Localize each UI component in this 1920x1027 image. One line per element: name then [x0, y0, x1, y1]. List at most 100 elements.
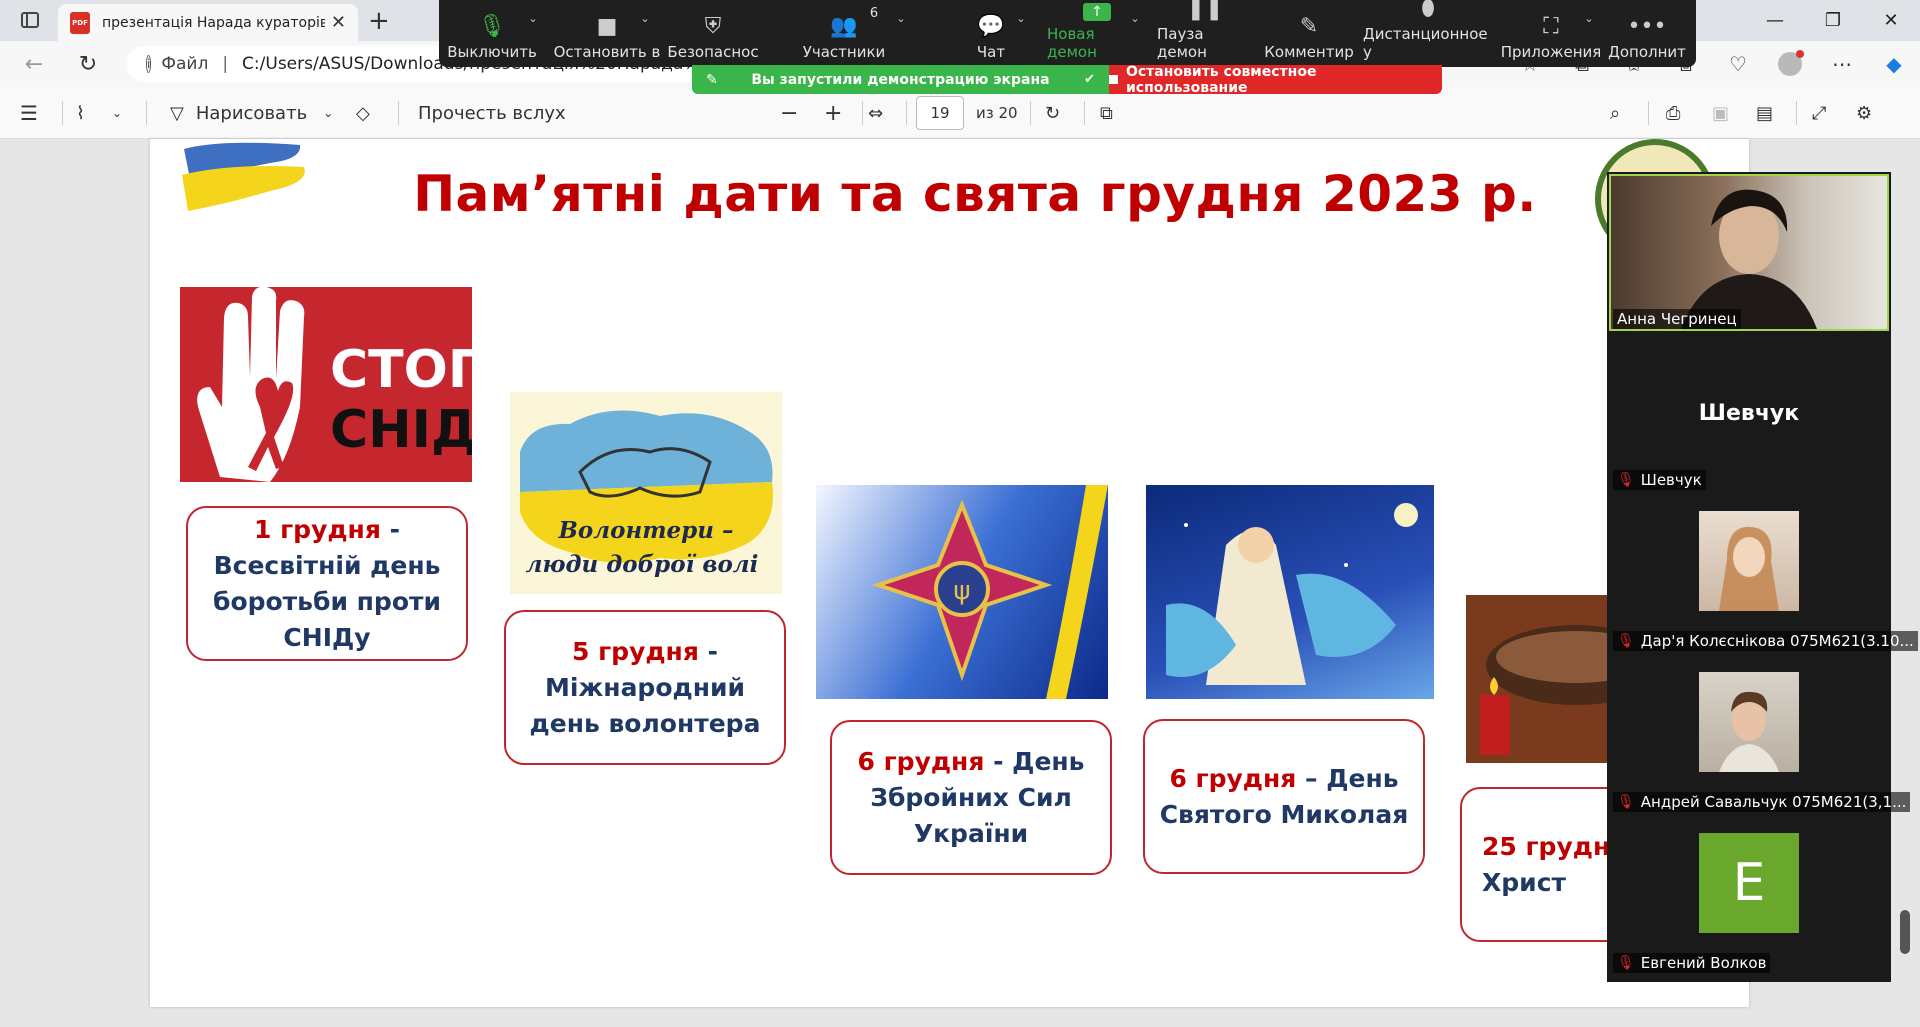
zoom-out-button[interactable]: − [780, 87, 798, 139]
card-date: 1 грудня [254, 514, 381, 544]
health-icon[interactable]: ♡ [1712, 52, 1764, 76]
participant-tile[interactable]: 🎙 Андрей Савальчук 075М621(3,1... [1607, 655, 1911, 816]
chevron-down-icon[interactable]: ⌄ [112, 87, 122, 139]
video-camera-icon: ■ [596, 14, 618, 39]
mute-options-chevron[interactable]: ⌄ [523, 0, 543, 67]
fit-width-icon[interactable]: ⇔ [868, 87, 883, 139]
participants-video-panel: Анна Чегринец Шевчук 🎙 Шевчук 🎙 Дар'я Колє… [1607, 172, 1918, 982]
close-tab-icon[interactable]: ✕ [331, 12, 346, 33]
microphone-icon: 🎙 [478, 14, 506, 39]
new-tab-button[interactable]: + [368, 6, 390, 36]
slide-title: Пам’ятні дати та свята грудня 2023 р. [413, 165, 1537, 223]
slide-page: Пам’ятні дати та свята грудня 2023 р. СТ… [150, 139, 1749, 1007]
pdf-file-icon: PDF [70, 11, 90, 34]
window-controls: — ❐ ✕ [1746, 0, 1920, 41]
share-screen-icon: ↑ [1083, 3, 1111, 21]
zoom-in-button[interactable]: + [824, 87, 842, 139]
read-aloud-button[interactable]: Прочесть вслух [418, 87, 566, 139]
fullscreen-icon[interactable]: ⤢ [1812, 87, 1826, 139]
url-separator: | [222, 54, 229, 74]
back-arrow-icon[interactable]: ← [18, 49, 50, 79]
save-as-icon[interactable]: ▤ [1756, 87, 1773, 139]
participant-tile[interactable]: 🎙 Дар'я Колєснікова 075М621(3.10... [1607, 494, 1918, 655]
chevron-down-icon: ⌄ [323, 106, 334, 120]
apps-icon: ⛶ [1543, 14, 1559, 39]
security-button[interactable]: ⛨ Безопаснос [665, 0, 761, 67]
file-label: Файл [161, 54, 209, 74]
tab-title: презентація Нарада кураторів_ [102, 14, 325, 31]
video-options-chevron[interactable]: ⌄ [635, 0, 655, 67]
aids-text: СНІД [330, 400, 472, 460]
refresh-icon[interactable]: ↻ [72, 49, 104, 79]
participant-avatar-photo [1699, 511, 1799, 611]
chat-icon: 💬 [977, 14, 1005, 39]
rotate-icon[interactable]: ↻ [1045, 87, 1060, 139]
browser-tab[interactable]: PDF презентація Нарада кураторів_ ✕ [58, 4, 358, 41]
screen-share-notice: ✎ Вы запустили демонстрацию экрана ✔ Ост… [692, 63, 1442, 96]
participant-name-label: 🎙 Шевчук [1613, 470, 1706, 490]
restore-icon[interactable]: ❐ [1804, 0, 1862, 41]
stop-sharing-label: Остановить совместное использование [1125, 63, 1317, 96]
search-icon[interactable]: ⌕ [1610, 87, 1620, 139]
more-menu-icon[interactable]: ⋯ [1816, 52, 1868, 76]
participant-name-label: 🎙 Дар'я Колєснікова 075М621(3.10... [1613, 631, 1918, 651]
volunteers-image: Волонтери – люди доброї волі [510, 392, 782, 594]
tab-actions-icon[interactable] [14, 8, 46, 32]
draw-button[interactable]: ▽ Нарисовать ⌄ [170, 87, 333, 139]
armed-forces-image: ψ [816, 485, 1108, 699]
profile-avatar[interactable] [1778, 50, 1804, 76]
participants-chevron[interactable]: ⌄ [891, 0, 911, 67]
pause-share-button[interactable]: ❚❚ Пауза демон [1157, 0, 1253, 67]
copilot-icon[interactable]: ◆ [1868, 52, 1920, 76]
page-total: из 20 [976, 104, 1018, 122]
vertical-scrollbar[interactable] [1900, 910, 1910, 954]
stop-sharing-button[interactable]: Остановить совместное использование [1109, 63, 1442, 96]
more-label: Дополнит [1608, 43, 1686, 61]
card-date: 6 грудня [857, 746, 985, 776]
draw-label: Нарисовать [195, 102, 308, 124]
annotate-button[interactable]: ✎ Комментир [1264, 0, 1354, 67]
highlight-icon[interactable]: ⌇ [76, 87, 85, 139]
eraser-icon[interactable]: ◇ [356, 87, 370, 139]
saint-nicholas-image [1146, 485, 1434, 699]
stop-text: СТОП [330, 340, 472, 400]
minimize-icon[interactable]: — [1746, 0, 1804, 41]
remote-control-button[interactable]: ⬮ Дистанционное у [1363, 0, 1493, 67]
muted-mic-icon: 🎙 [1617, 794, 1635, 810]
chat-chevron[interactable]: ⌄ [1011, 0, 1031, 67]
save-icon[interactable]: ▣ [1712, 87, 1729, 139]
settings-gear-icon[interactable]: ⚙ [1856, 87, 1872, 139]
info-icon[interactable]: i [146, 55, 152, 73]
participant-tile[interactable]: E 🎙 Евгений Волков [1607, 816, 1891, 977]
page-number-input[interactable]: 19 [916, 96, 964, 130]
zoom-meeting-controls: 🎙 Выключить ⌄ ■ Остановить в ⌄ ⛨ Безопас… [439, 0, 1696, 67]
security-label: Безопаснос [667, 43, 759, 61]
more-icon: ••• [1627, 14, 1667, 39]
participant-name-label: 🎙 Андрей Савальчук 075М621(3,1... [1613, 792, 1911, 812]
pin-icon[interactable]: ✎ [706, 72, 718, 88]
stop-aids-image: СТОП СНІД [180, 287, 472, 482]
close-window-icon[interactable]: ✕ [1862, 0, 1920, 41]
date-card-2: 5 грудня - Міжнародний день волонтера [504, 610, 786, 765]
contents-list-icon[interactable]: ☰ [20, 87, 38, 139]
pause-icon: ❚❚ [1186, 0, 1224, 21]
participants-count: 6 [869, 6, 879, 21]
shield-icon: ⛨ [704, 14, 722, 39]
remote-control-label: Дистанционное у [1363, 25, 1488, 61]
print-icon[interactable]: ⎙ [1666, 87, 1680, 139]
stop-square-icon [1109, 75, 1118, 84]
pdf-toolbar: ☰ ⌇ ⌄ ▽ Нарисовать ⌄ ◇ Прочесть вслух − … [0, 87, 1920, 139]
participants-icon: 👥 [830, 14, 858, 39]
card-date: 6 грудня [1169, 763, 1297, 793]
remote-control-icon: ⬮ [1421, 0, 1435, 21]
participant-tile[interactable]: Анна Чегринец [1607, 172, 1891, 333]
more-button[interactable]: ••• Дополнит [1608, 0, 1686, 67]
chat-label: Чат [976, 43, 1006, 61]
participant-tile[interactable]: Шевчук 🎙 Шевчук [1607, 333, 1891, 494]
apps-chevron[interactable]: ⌄ [1579, 0, 1599, 67]
page-view-icon[interactable]: ⧉ [1100, 87, 1113, 139]
card-date: 5 грудня [572, 636, 699, 666]
participant-name-label: 🎙 Евгений Волков [1613, 953, 1771, 973]
annotate-label: Комментир [1264, 43, 1354, 61]
share-chevron[interactable]: ⌄ [1125, 0, 1145, 67]
